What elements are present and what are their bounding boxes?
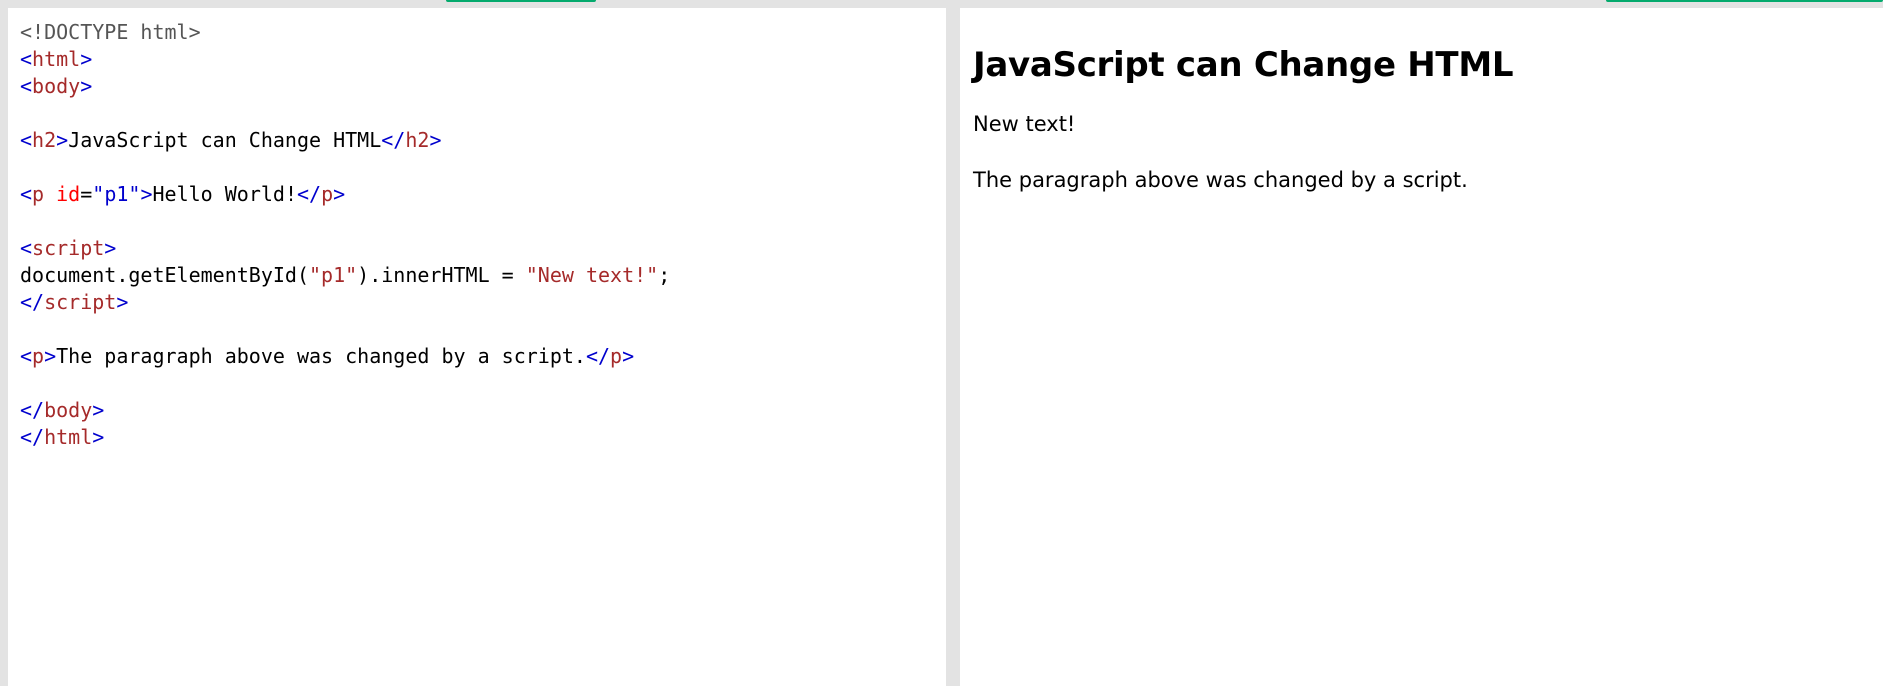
code-line-body-open: <body>	[20, 74, 93, 98]
result-paragraph-p1: New text!	[973, 112, 1076, 136]
result-tab-indicator	[1606, 0, 1883, 2]
code-line-p2: <p>The paragraph above was changed by a …	[20, 344, 635, 368]
code-line-script-body: document.getElementById("p1").innerHTML …	[20, 263, 671, 287]
code-line-html-open: <html>	[20, 47, 93, 71]
code-line-body-close: </body>	[20, 398, 105, 422]
code-editor[interactable]: <!DOCTYPE html> <html> <body> <h2>JavaScrip…	[8, 8, 946, 451]
code-line-html-close: </html>	[20, 425, 105, 449]
code-editor-pane[interactable]: <!DOCTYPE html> <html> <body> <h2>JavaScrip…	[8, 8, 946, 686]
code-line-doctype: <!DOCTYPE html>	[20, 20, 201, 44]
result-pane: JavaScript can Change HTML New text! The…	[960, 8, 1883, 686]
result-paragraph-2: The paragraph above was changed by a scr…	[973, 168, 1468, 192]
code-line-p1: <p id="p1">Hello World!</p>	[20, 182, 346, 206]
pane-resize-divider[interactable]	[946, 8, 960, 686]
code-line-script-open: <script>	[20, 236, 117, 260]
code-tab-indicator	[446, 0, 596, 2]
result-document: JavaScript can Change HTML New text! The…	[960, 44, 1883, 194]
result-heading: JavaScript can Change HTML	[973, 45, 1514, 85]
code-line-h2: <h2>JavaScript can Change HTML</h2>	[20, 128, 442, 152]
tryit-editor: <!DOCTYPE html> <html> <body> <h2>JavaScrip…	[0, 0, 1883, 686]
code-line-script-close: </script>	[20, 290, 129, 314]
